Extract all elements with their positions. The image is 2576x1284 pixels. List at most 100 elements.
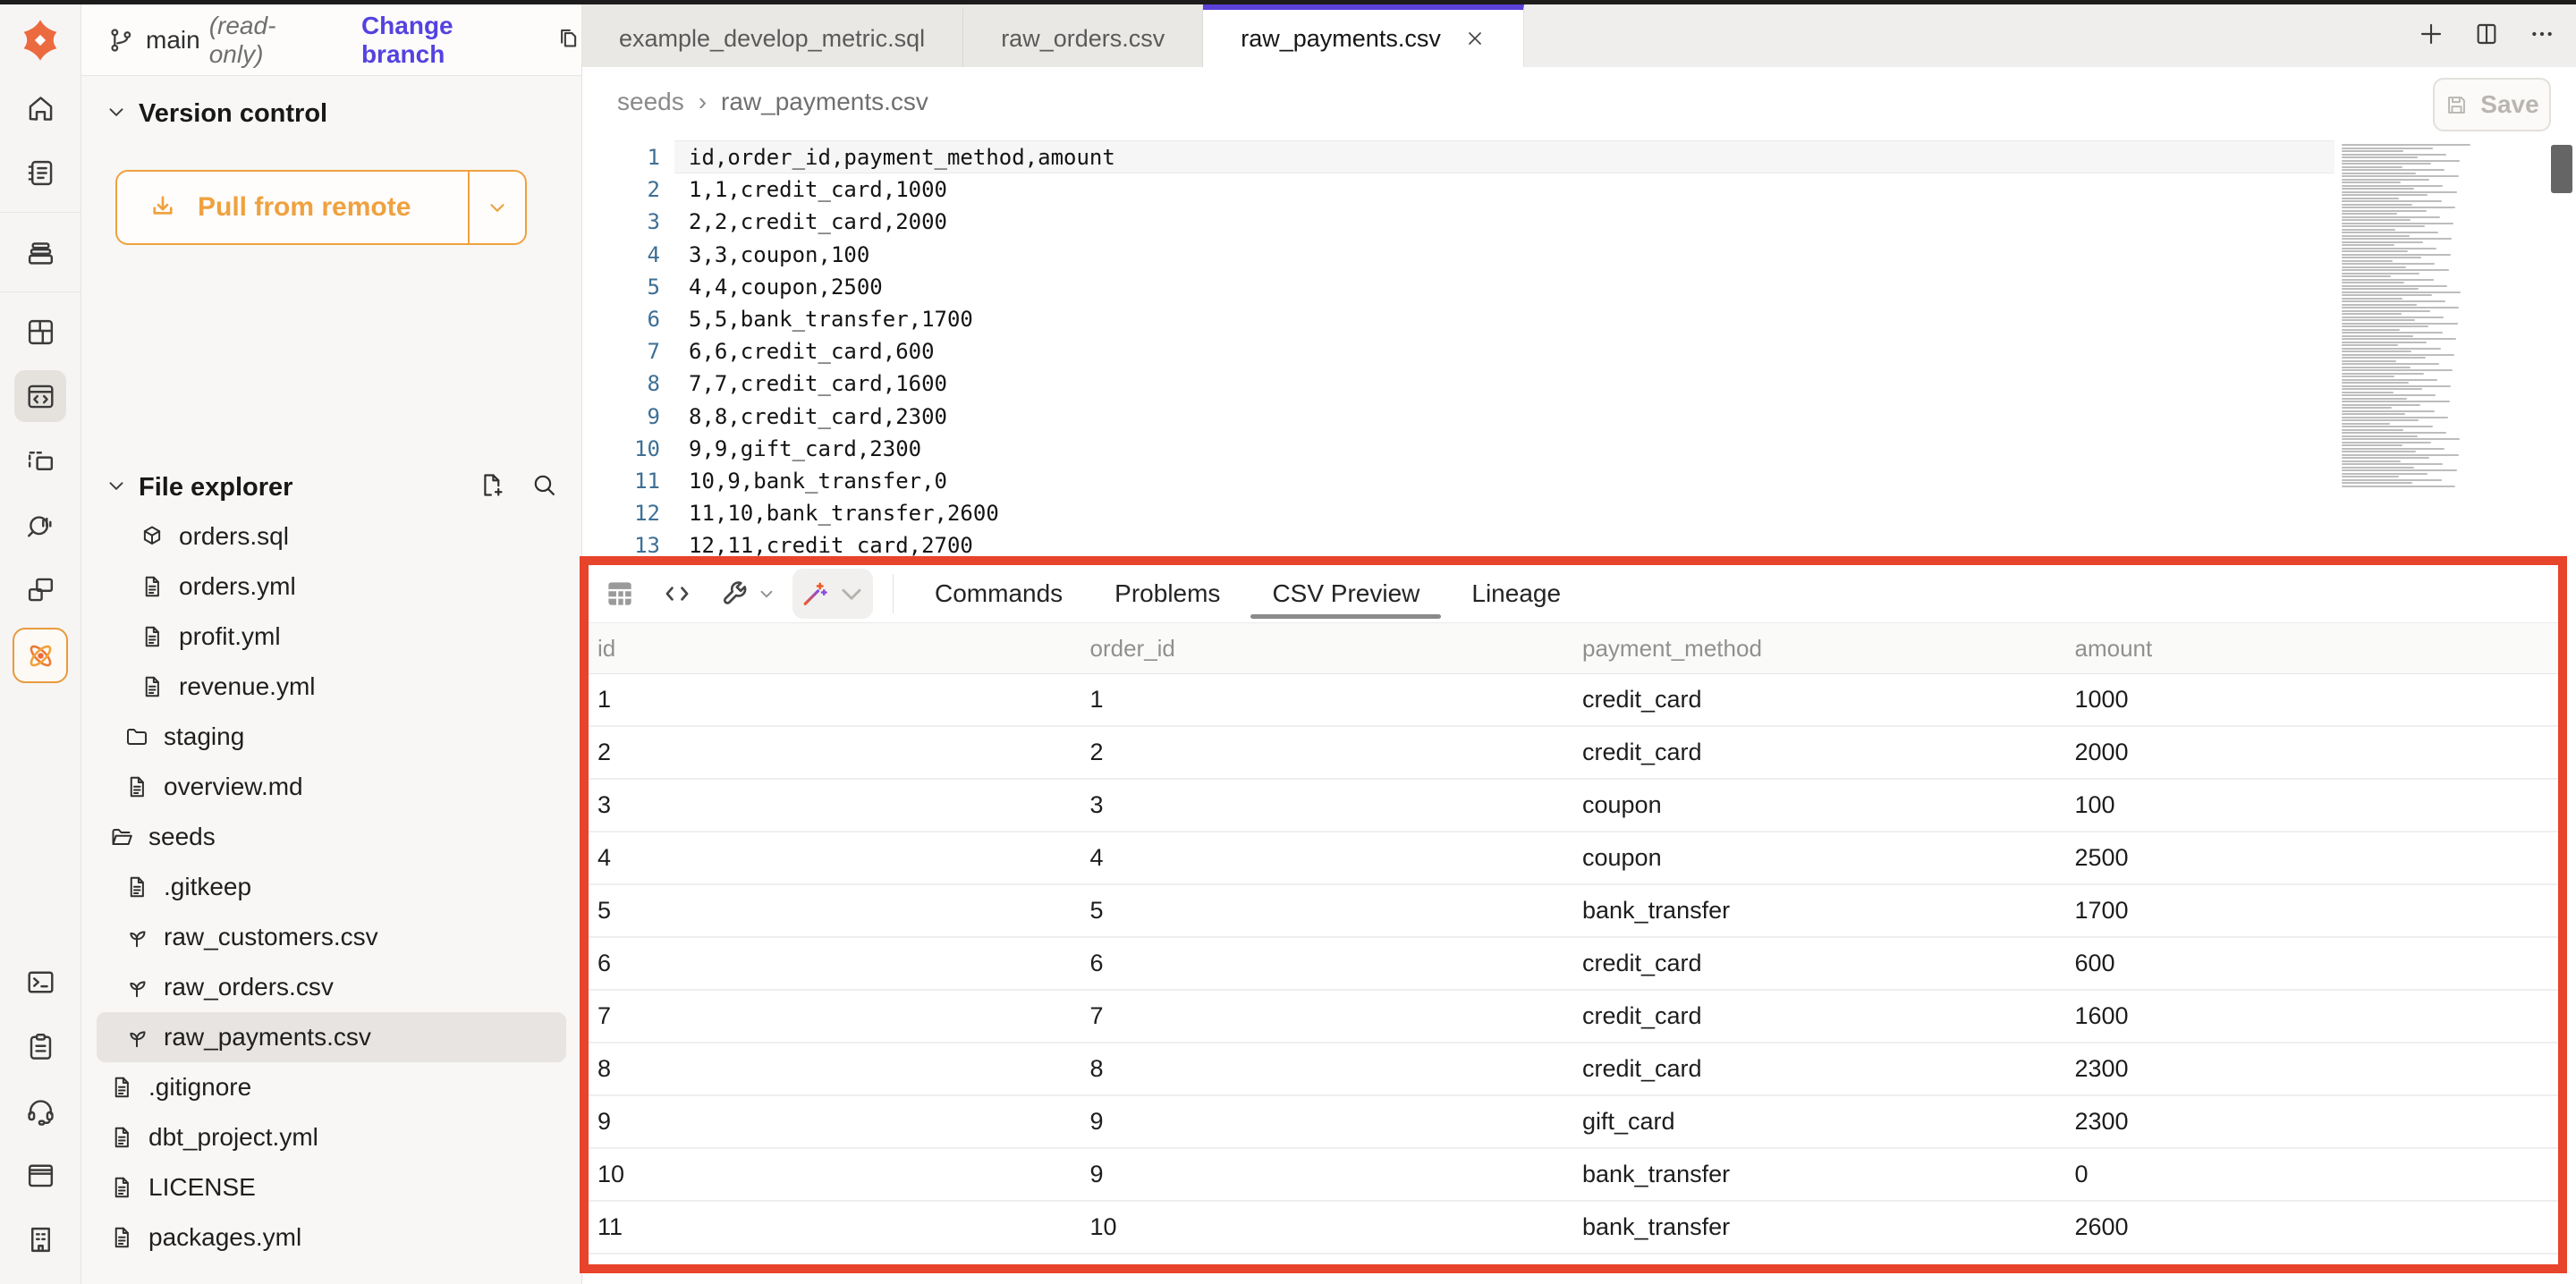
panel-tab-commands[interactable]: Commands bbox=[935, 579, 1063, 608]
table-row[interactable]: 1110bank_transfer2600 bbox=[589, 1202, 2558, 1254]
chevron-down-icon[interactable] bbox=[757, 584, 776, 604]
activity-bar bbox=[0, 4, 81, 1284]
csv-body: 11credit_card100022credit_card200033coup… bbox=[589, 674, 2558, 1273]
minimap-line bbox=[2342, 244, 2394, 246]
minimap-line bbox=[2342, 382, 2409, 384]
table-row[interactable]: 109bank_transfer0 bbox=[589, 1149, 2558, 1202]
panel-tab-problems[interactable]: Problems bbox=[1114, 579, 1220, 608]
file-label: packages.yml bbox=[148, 1223, 301, 1252]
minimap-line bbox=[2342, 323, 2458, 325]
table-row[interactable]: 55bank_transfer1700 bbox=[589, 885, 2558, 938]
code-lines[interactable]: id,order_id,payment_method,amount1,1,cre… bbox=[689, 141, 2317, 562]
breadcrumb-seeds[interactable]: seeds bbox=[617, 88, 684, 116]
table-row[interactable]: 44coupon2500 bbox=[589, 832, 2558, 885]
cell-amount: 2300 bbox=[2066, 1108, 2559, 1136]
organization-icon[interactable] bbox=[14, 1213, 66, 1265]
column-header-amount[interactable]: amount bbox=[2066, 635, 2559, 663]
table-row[interactable]: 77credit_card1600 bbox=[589, 991, 2558, 1043]
table-row[interactable]: 33coupon100 bbox=[589, 780, 2558, 832]
branch-bar: main (read-only) Change branch bbox=[81, 4, 581, 76]
chevron-down-icon bbox=[105, 474, 128, 502]
column-header-order_id[interactable]: order_id bbox=[1081, 635, 1574, 663]
table-row[interactable]: 11credit_card1000 bbox=[589, 674, 2558, 727]
split-editor-icon[interactable] bbox=[2472, 20, 2501, 53]
table-row[interactable]: 99gift_card2300 bbox=[589, 1096, 2558, 1149]
line-number: 9 bbox=[581, 401, 660, 433]
change-branch-link[interactable]: Change branch bbox=[361, 12, 531, 69]
table-row[interactable]: 88credit_card2300 bbox=[589, 1043, 2558, 1096]
editor-tab-example-develop-metric-sql[interactable]: example_develop_metric.sql bbox=[581, 4, 963, 67]
pull-from-remote-main[interactable]: Pull from remote bbox=[117, 172, 468, 243]
docs-book-icon[interactable] bbox=[14, 1149, 66, 1201]
file-row-orders-yml[interactable]: orders.yml bbox=[97, 562, 566, 612]
copy-icon[interactable] bbox=[555, 24, 581, 55]
windows-icon[interactable] bbox=[14, 563, 66, 615]
minimap[interactable] bbox=[2342, 144, 2521, 497]
minimap-line bbox=[2342, 388, 2422, 390]
minimap-line bbox=[2342, 344, 2398, 346]
file-row--gitkeep[interactable]: .gitkeep bbox=[97, 862, 566, 912]
column-header-id[interactable]: id bbox=[589, 635, 1081, 663]
audit-search-icon[interactable] bbox=[14, 499, 66, 551]
file-row-dbt-project-yml[interactable]: dbt_project.yml bbox=[97, 1112, 566, 1162]
file-row--gitignore[interactable]: .gitignore bbox=[97, 1062, 566, 1112]
file-row-orders-sql[interactable]: orders.sql bbox=[97, 511, 566, 562]
file-row-profit-yml[interactable]: profit.yml bbox=[97, 612, 566, 662]
new-file-icon[interactable] bbox=[478, 471, 505, 503]
new-tab-icon[interactable] bbox=[2417, 20, 2445, 53]
frame-select-icon[interactable] bbox=[14, 435, 66, 486]
minimap-line bbox=[2342, 319, 2415, 321]
file-row-seeds[interactable]: seeds bbox=[97, 812, 566, 862]
file-row-overview-md[interactable]: overview.md bbox=[97, 762, 566, 812]
journal-icon[interactable] bbox=[14, 147, 66, 199]
file-explorer-actions bbox=[478, 468, 558, 507]
minimap-line bbox=[2342, 235, 2410, 237]
editor-tab-raw-orders-csv[interactable]: raw_orders.csv bbox=[963, 4, 1203, 67]
terminal-icon[interactable] bbox=[14, 956, 66, 1008]
home-icon[interactable] bbox=[14, 82, 66, 134]
headset-icon[interactable] bbox=[14, 1085, 66, 1136]
table-row[interactable]: 22credit_card2000 bbox=[589, 727, 2558, 780]
code-view-icon[interactable] bbox=[660, 577, 694, 611]
file-row-raw-payments-csv[interactable]: raw_payments.csv bbox=[97, 1012, 566, 1062]
minimap-line bbox=[2342, 185, 2443, 187]
table-row[interactable]: 66credit_card600 bbox=[589, 938, 2558, 991]
clipboard-icon[interactable] bbox=[14, 1020, 66, 1072]
build-wrench-icon[interactable] bbox=[717, 577, 751, 611]
minimap-line bbox=[2342, 463, 2443, 465]
code-editor-icon[interactable] bbox=[14, 370, 66, 422]
version-control-header[interactable]: Version control bbox=[81, 94, 605, 133]
more-options-icon[interactable] bbox=[2528, 20, 2556, 53]
atom-app-icon[interactable] bbox=[13, 628, 68, 683]
panel-tab-lineage[interactable]: Lineage bbox=[1471, 579, 1561, 608]
pull-options-dropdown[interactable] bbox=[468, 172, 525, 243]
results-table-icon[interactable] bbox=[603, 577, 637, 611]
file-row-staging[interactable]: staging bbox=[97, 712, 566, 762]
code-editor-pane[interactable]: 12345678910111213 id,order_id,payment_me… bbox=[581, 137, 2576, 563]
search-icon[interactable] bbox=[530, 471, 558, 503]
dbt-logo[interactable] bbox=[0, 4, 80, 76]
file-row-revenue-yml[interactable]: revenue.yml bbox=[97, 662, 566, 712]
seedling-icon bbox=[123, 974, 150, 1001]
layout-grid-icon[interactable] bbox=[14, 306, 66, 358]
toolbar-divider bbox=[893, 574, 894, 613]
minimap-line bbox=[2342, 182, 2401, 183]
close-icon[interactable] bbox=[1464, 28, 1486, 49]
file-row-raw-customers-csv[interactable]: raw_customers.csv bbox=[97, 912, 566, 962]
editor-tab-raw-payments-csv[interactable]: raw_payments.csv bbox=[1203, 4, 1524, 67]
line-number: 10 bbox=[581, 433, 660, 465]
file-row-packages-yml[interactable]: packages.yml bbox=[97, 1212, 566, 1263]
pull-from-remote-button[interactable]: Pull from remote bbox=[115, 170, 527, 245]
minimap-line bbox=[2342, 148, 2433, 149]
file-row-license[interactable]: LICENSE bbox=[97, 1162, 566, 1212]
file-row-raw-orders-csv[interactable]: raw_orders.csv bbox=[97, 962, 566, 1012]
panel-tab-csv-preview[interactable]: CSV Preview bbox=[1272, 579, 1419, 608]
warehouse-icon[interactable] bbox=[14, 226, 66, 278]
save-button[interactable]: Save bbox=[2433, 78, 2551, 131]
minimap-line bbox=[2342, 413, 2405, 415]
code-line: 8,8,credit_card,2300 bbox=[689, 401, 2317, 433]
column-header-payment_method[interactable]: payment_method bbox=[1573, 635, 2066, 663]
ai-assist-button[interactable] bbox=[792, 569, 873, 619]
editor-scrollbar-thumb[interactable] bbox=[2551, 145, 2572, 193]
cell-amount: 2500 bbox=[2066, 844, 2559, 872]
